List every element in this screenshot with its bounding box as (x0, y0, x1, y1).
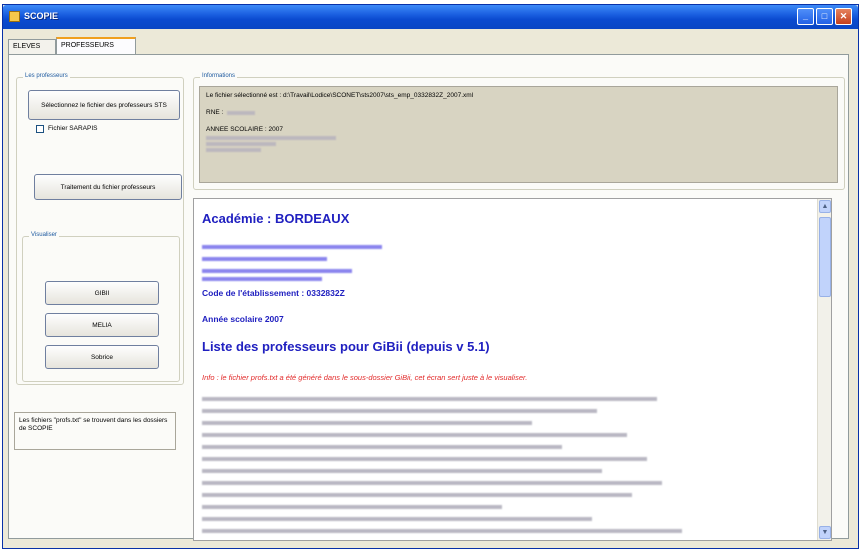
profs-files-note: Les fichiers "profs.txt" se trouvent dan… (14, 412, 176, 450)
selected-file-line: Le fichier sélectionné est : d:\Travail\… (206, 92, 474, 99)
redacted-line (202, 445, 562, 449)
redacted-line (202, 421, 532, 425)
redacted-line (202, 433, 627, 437)
redacted-line (202, 481, 662, 485)
informations-box: Le fichier sélectionné est : d:\Travail\… (199, 86, 838, 183)
redacted-line (202, 457, 647, 461)
sobrice-button[interactable]: Sobrice (45, 345, 159, 369)
visualiser-group-label: Visualiser (29, 232, 59, 238)
melia-button[interactable]: MELIA (45, 313, 159, 337)
rne-label: RNE : (206, 109, 224, 116)
redacted-line (202, 269, 352, 273)
redacted-line (202, 493, 632, 497)
sarapis-checkbox[interactable] (36, 125, 44, 133)
select-sts-file-button[interactable]: Sélectionnez le fichier des professeurs … (28, 90, 180, 120)
redacted-line (202, 505, 502, 509)
professeurs-group-label: Les professeurs (23, 73, 70, 79)
vertical-scrollbar[interactable]: ▲ ▼ (817, 199, 831, 540)
title-bar[interactable]: SCOPIE _ □ ✕ (3, 5, 858, 29)
redacted-line (206, 136, 336, 140)
process-file-button[interactable]: Traitement du fichier professeurs (34, 174, 182, 200)
report-view[interactable]: Académie : BORDEAUX Code de l'établissem… (193, 198, 832, 541)
redacted-line (202, 469, 602, 473)
tab-professeurs[interactable]: PROFESSEURS (56, 37, 136, 55)
rne-value-redacted (227, 110, 256, 115)
app-icon (9, 11, 20, 22)
informations-group-label: Informations (200, 73, 238, 79)
code-etablissement: Code de l'établissement : 0332832Z (202, 288, 345, 298)
gibii-button[interactable]: GIBII (45, 281, 159, 305)
minimize-button[interactable]: _ (797, 8, 814, 25)
scroll-thumb[interactable] (819, 217, 831, 297)
annee-scolaire-line: ANNEE SCOLAIRE : 2007 (206, 126, 283, 133)
scroll-up-icon[interactable]: ▲ (819, 200, 831, 213)
info-message: Info : le fichier profs.txt a été généré… (202, 373, 528, 382)
redacted-line (202, 529, 682, 533)
tab-eleves[interactable]: ELEVES (8, 39, 56, 55)
scroll-down-icon[interactable]: ▼ (819, 526, 831, 539)
redacted-line (206, 142, 276, 146)
liste-professeurs-heading: Liste des professeurs pour GiBii (depuis… (202, 339, 490, 354)
annee-scolaire-heading: Année scolaire 2007 (202, 314, 284, 324)
redacted-line (206, 148, 261, 152)
redacted-line (202, 409, 597, 413)
window-title: SCOPIE (24, 11, 59, 21)
sarapis-checkbox-label: Fichier SARAPIS (48, 125, 98, 132)
redacted-line (202, 517, 592, 521)
maximize-button[interactable]: □ (816, 8, 833, 25)
close-button[interactable]: ✕ (835, 8, 852, 25)
academie-heading: Académie : BORDEAUX (202, 211, 350, 226)
redacted-line (202, 257, 327, 261)
redacted-line (202, 245, 382, 249)
redacted-line (202, 277, 322, 281)
redacted-line (202, 397, 657, 401)
